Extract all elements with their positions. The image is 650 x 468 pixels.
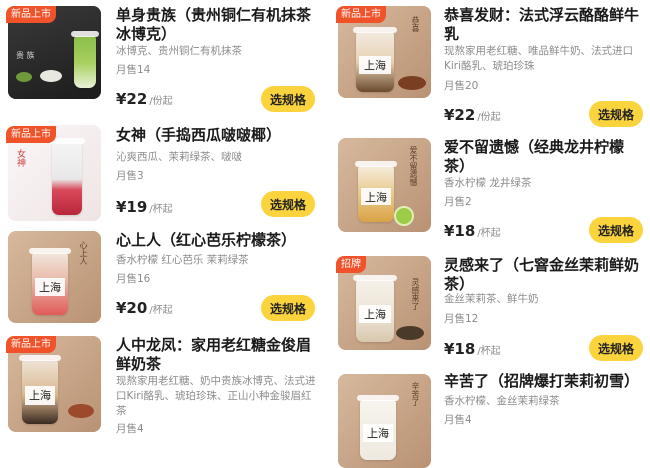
select-spec-button[interactable]: 选规格: [589, 101, 643, 127]
product-image-text: 上海: [361, 188, 391, 206]
product-title: 女神（手捣西瓜啵啵椰）: [116, 126, 282, 144]
product-image[interactable]: 爱不留遗憾 上海: [338, 138, 431, 232]
product-price: ¥22/份起: [116, 90, 173, 108]
product-card[interactable]: 灵感来了 上海 招牌 灵感来了（七窨金丝茉莉鲜奶茶） 金丝茉莉茶、鲜牛奶 月售1…: [330, 248, 650, 366]
product-card[interactable]: 辛苦了 上海 辛苦了（招牌爆打茉莉初雪） 香水柠檬、金丝茉莉绿茶 月售4: [330, 366, 650, 468]
price-value: ¥22: [116, 90, 148, 108]
select-spec-button[interactable]: 选规格: [589, 217, 643, 243]
product-desc: 香水柠檬、金丝茉莉绿茶: [444, 395, 560, 407]
price-value: ¥19: [116, 198, 148, 216]
product-title: 心上人（红心芭乐柠檬茶）: [116, 231, 297, 249]
select-spec-button[interactable]: 选规格: [261, 191, 315, 217]
price-value: ¥18: [444, 222, 476, 240]
price-unit: /杯起: [149, 305, 173, 316]
new-arrival-badge: 新品上市: [336, 6, 386, 23]
product-title: 人中龙凤：家用老红糖金俊眉鲜奶茶: [116, 336, 312, 373]
product-price: ¥22/份起: [444, 106, 501, 124]
monthly-sales: 月售4: [116, 423, 144, 435]
monthly-sales: 月售3: [116, 170, 144, 182]
product-image-text: 女神: [15, 149, 25, 167]
price-unit: /杯起: [477, 346, 501, 357]
price-unit: /份起: [477, 112, 501, 123]
product-desc: 金丝茉莉茶、鲜牛奶: [444, 293, 539, 305]
price-value: ¥18: [444, 340, 476, 358]
product-desc: 现熬家用老红糖、唯品鲜牛奶、法式进口Kiri酪乳、琥珀珍珠: [444, 45, 633, 72]
product-card[interactable]: 爱不留遗憾 上海 爱不留遗憾（经典龙井柠檬茶） 香水柠檬 龙井绿茶 月售2 ¥1…: [330, 130, 650, 248]
product-image-text: 贵 族: [16, 51, 35, 60]
monthly-sales: 月售16: [116, 273, 151, 285]
product-image-text: 上海: [359, 56, 391, 74]
product-card[interactable]: 贵 族 新品上市 单身贵族（贵州铜仁有机抹茶冰博克） 冰博克、贵州铜仁有机抹茶 …: [0, 0, 320, 112]
product-desc: 冰博克、贵州铜仁有机抹茶: [116, 45, 242, 57]
product-image-text: 上海: [363, 424, 393, 442]
product-desc: 沁爽西瓜、茉莉绿茶、啵啵: [116, 151, 242, 163]
product-title: 爱不留遗憾（经典龙井柠檬茶）: [444, 138, 625, 175]
product-image[interactable]: 心上人 上海: [8, 231, 101, 323]
price-unit: /杯起: [149, 204, 173, 215]
product-image-text: 上海: [25, 385, 55, 405]
product-card[interactable]: 女神 新品上市 女神（手捣西瓜啵啵椰） 沁爽西瓜、茉莉绿茶、啵啵 月售3 ¥19…: [0, 120, 320, 225]
select-spec-button[interactable]: 选规格: [261, 86, 315, 112]
price-unit: /份起: [149, 96, 173, 107]
product-card[interactable]: 上海 新品上市 人中龙凤：家用老红糖金俊眉鲜奶茶 现熬家用老红糖、奶中贵族冰博克…: [0, 330, 320, 435]
product-title: 单身贵族（贵州铜仁有机抹茶冰博克）: [116, 6, 312, 43]
product-card[interactable]: 心上人 上海 心上人（红心芭乐柠檬茶） 香水柠檬 红心芭乐 茉莉绿茶 月售16 …: [0, 225, 320, 330]
new-arrival-badge: 新品上市: [6, 336, 56, 353]
product-image-text: 上海: [359, 304, 391, 324]
price-unit: /杯起: [477, 228, 501, 239]
product-price: ¥20/杯起: [116, 299, 173, 317]
price-value: ¥20: [116, 299, 148, 317]
product-price: ¥18/杯起: [444, 340, 501, 358]
product-desc: 香水柠檬 红心芭乐 茉莉绿茶: [116, 254, 249, 266]
price-value: ¥22: [444, 106, 476, 124]
product-card[interactable]: 恭喜 上海 新品上市 恭喜发财：法式浮云酪酪鲜牛乳 现熬家用老红糖、唯品鲜牛奶、…: [330, 0, 650, 130]
product-price: ¥18/杯起: [444, 222, 501, 240]
select-spec-button[interactable]: 选规格: [261, 295, 315, 321]
new-arrival-badge: 新品上市: [6, 126, 56, 143]
product-desc: 现熬家用老红糖、奶中贵族冰博克、法式进口Kiri酪乳、琥珀珍珠、正山小种金骏眉红…: [116, 375, 316, 417]
product-image[interactable]: 辛苦了 上海: [338, 374, 431, 468]
signature-badge: 招牌: [336, 256, 366, 273]
monthly-sales: 月售2: [444, 196, 472, 208]
product-price: ¥19/杯起: [116, 198, 173, 216]
monthly-sales: 月售12: [444, 313, 479, 325]
monthly-sales: 月售14: [116, 64, 151, 76]
product-image-text: 上海: [35, 277, 65, 297]
product-desc: 香水柠檬 龙井绿茶: [444, 177, 532, 189]
new-arrival-badge: 新品上市: [6, 6, 56, 23]
product-title: 灵感来了（七窨金丝茉莉鲜奶茶）: [444, 256, 640, 293]
product-title: 辛苦了（招牌爆打茉莉初雪）: [444, 372, 640, 390]
select-spec-button[interactable]: 选规格: [589, 335, 643, 361]
product-title: 恭喜发财：法式浮云酪酪鲜牛乳: [444, 6, 640, 43]
monthly-sales: 月售20: [444, 80, 479, 92]
